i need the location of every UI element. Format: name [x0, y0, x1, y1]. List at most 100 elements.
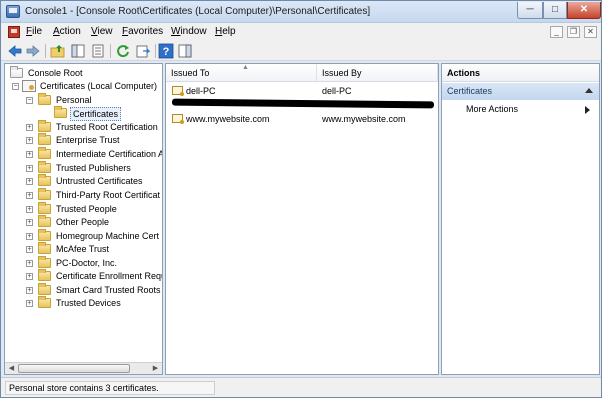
folder-icon: [38, 256, 51, 268]
expand-toggle[interactable]: +: [26, 124, 33, 131]
toolbar-separator: [155, 44, 156, 58]
mmc-app-icon[interactable]: [6, 5, 20, 18]
tree-item-label: PC-Doctor, Inc.: [56, 258, 118, 268]
more-actions-item[interactable]: More Actions: [466, 103, 518, 116]
menu-bar: File Action View Favorites Window Help _…: [1, 23, 601, 41]
certificate-icon: [172, 114, 184, 124]
cell-issued-to: www.mywebsite.com: [186, 114, 270, 124]
tree-item-store[interactable]: + Certificate Enrollment Requ: [8, 269, 162, 283]
tree-item-label: Untrusted Certificates: [56, 176, 143, 186]
expand-toggle[interactable]: +: [26, 178, 33, 185]
tree-item-store[interactable]: + Enterprise Trust: [8, 133, 162, 147]
tree-item-store[interactable]: + Smart Card Trusted Roots: [8, 283, 162, 297]
console-menu-icon[interactable]: [8, 26, 20, 38]
tree-item-personal-certificates[interactable]: Certificates: [8, 106, 158, 121]
tree-item-store[interactable]: + Trusted People: [8, 202, 162, 216]
svg-text:?: ?: [163, 46, 170, 58]
tree-item-console-root[interactable]: Console Root: [8, 66, 158, 80]
tree-item-store[interactable]: + Third-Party Root Certificat: [8, 188, 162, 202]
folder-open-icon: [38, 93, 51, 105]
scroll-right-arrow[interactable]: ▶: [150, 364, 161, 374]
expand-toggle[interactable]: +: [26, 246, 33, 253]
expand-toggle[interactable]: +: [26, 206, 33, 213]
tree-item-store[interactable]: + Untrusted Certificates: [8, 174, 162, 188]
tree-item-label: Third-Party Root Certificat: [56, 190, 161, 200]
title-bar[interactable]: Console1 - [Console Root\Certificates (L…: [1, 1, 601, 23]
mdi-minimize-button[interactable]: _: [550, 26, 563, 38]
tree-item-store[interactable]: + Intermediate Certification A: [8, 147, 163, 161]
menu-favorites[interactable]: Favorites: [122, 26, 163, 37]
mdi-restore-button[interactable]: ❐: [567, 26, 580, 38]
scroll-left-arrow[interactable]: ◀: [6, 364, 17, 374]
toolbar-separator: [110, 44, 111, 58]
up-folder-icon[interactable]: [50, 43, 66, 59]
redaction-mark: [171, 98, 435, 109]
table-row[interactable]: www.mywebsite.com www.mywebsite.com: [166, 112, 438, 126]
menu-help[interactable]: Help: [215, 26, 236, 37]
collapse-toggle[interactable]: −: [26, 97, 33, 104]
folder-icon: [38, 242, 51, 254]
menu-window[interactable]: Window: [171, 26, 207, 37]
expand-toggle[interactable]: +: [26, 192, 33, 199]
expand-toggle[interactable]: +: [26, 260, 33, 267]
expand-toggle[interactable]: +: [26, 287, 33, 294]
tree-item-label: McAfee Trust: [56, 244, 110, 254]
folder-icon: [38, 202, 51, 214]
tree-item-store[interactable]: + PC-Doctor, Inc.: [8, 256, 162, 270]
minimize-button[interactable]: ─: [517, 2, 543, 19]
close-button[interactable]: ✕: [567, 2, 601, 19]
menu-view[interactable]: View: [91, 26, 113, 37]
expand-toggle[interactable]: +: [26, 137, 33, 144]
tree-item-label: Certificates (Local Computer): [40, 81, 158, 91]
table-row[interactable]: dell-PC dell-PC: [166, 84, 438, 98]
forward-icon[interactable]: [25, 43, 41, 59]
tree-item-store[interactable]: + Other People: [8, 215, 162, 229]
column-header-issued-by[interactable]: Issued By: [317, 64, 438, 82]
export-list-icon[interactable]: [135, 43, 151, 59]
menu-action[interactable]: Action: [53, 26, 81, 37]
console-tree[interactable]: Console Root − Certificates (Local Compu…: [4, 63, 163, 375]
tree-item-store[interactable]: + Trusted Devices: [8, 296, 162, 310]
certificate-list[interactable]: Issued To ▲ Issued By dell-PC dell-PC ww…: [165, 63, 439, 375]
mdi-close-button[interactable]: ✕: [584, 26, 597, 38]
expand-toggle[interactable]: +: [26, 219, 33, 226]
collapse-up-icon[interactable]: [585, 88, 593, 93]
show-hide-tree-icon[interactable]: [70, 43, 86, 59]
actions-section-certificates[interactable]: Certificates: [442, 83, 599, 100]
maximize-button[interactable]: □: [543, 2, 567, 19]
tree-item-store[interactable]: + Trusted Root Certification: [8, 120, 162, 134]
column-header-issued-to[interactable]: Issued To ▲: [166, 64, 317, 82]
folder-icon: [38, 296, 51, 308]
tree-horizontal-scrollbar[interactable]: ◀ ▶: [5, 362, 162, 374]
tree-item-certificates-local[interactable]: − Certificates (Local Computer): [8, 80, 162, 93]
expand-toggle[interactable]: +: [26, 151, 33, 158]
cell-issued-by: www.mywebsite.com: [322, 114, 406, 124]
properties-icon[interactable]: [90, 43, 106, 59]
cell-issued-to: dell-PC: [186, 86, 216, 96]
expand-toggle[interactable]: +: [26, 300, 33, 307]
submenu-arrow-icon[interactable]: [585, 106, 590, 114]
expand-toggle[interactable]: +: [26, 165, 33, 172]
menu-file[interactable]: File: [26, 26, 42, 37]
status-bar: Personal store contains 3 certificates.: [1, 377, 601, 397]
expand-toggle[interactable]: +: [26, 273, 33, 280]
tree-item-store[interactable]: + Homegroup Machine Cert: [8, 229, 162, 243]
tree-item-store[interactable]: + McAfee Trust: [8, 242, 162, 256]
tree-item-label: Trusted Devices: [56, 298, 121, 308]
folder-icon: [38, 229, 51, 241]
tree-item-personal[interactable]: − Personal: [8, 93, 158, 107]
tree-item-label: Trusted People: [56, 204, 117, 214]
expand-toggle[interactable]: +: [26, 233, 33, 240]
folder-icon: [38, 269, 51, 281]
show-hide-action-pane-icon[interactable]: [177, 43, 193, 59]
refresh-icon[interactable]: [115, 43, 131, 59]
collapse-toggle[interactable]: −: [12, 83, 19, 90]
folder-icon: [38, 120, 51, 132]
tree-item-label: Intermediate Certification A: [56, 149, 163, 159]
back-icon[interactable]: [7, 43, 23, 59]
tree-item-store[interactable]: + Trusted Publishers: [8, 161, 162, 175]
help-icon[interactable]: ?: [158, 43, 174, 59]
scroll-thumb[interactable]: [18, 364, 130, 373]
tree-item-label: Trusted Root Certification: [56, 122, 158, 132]
toolbar-separator: [45, 44, 46, 58]
